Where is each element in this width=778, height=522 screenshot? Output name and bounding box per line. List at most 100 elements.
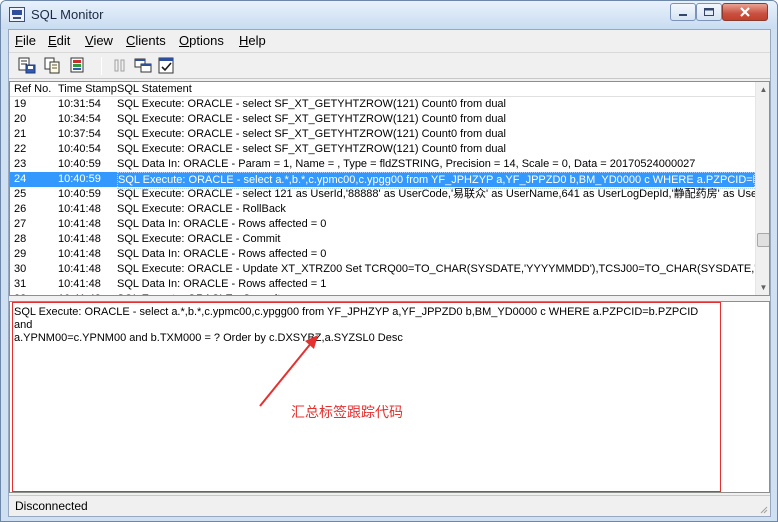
ref-no-cell: 28 [14, 233, 27, 245]
sql-monitor-window: SQL Monitor File Edit View Clients Optio… [0, 0, 778, 522]
table-row[interactable]: 31 10:41:48 SQL Data In: ORACLE - Rows aff… [10, 277, 755, 292]
maximize-button[interactable] [696, 3, 722, 21]
time-stamp-cell: 10:40:59 [58, 188, 101, 200]
save-log-button[interactable] [17, 56, 39, 76]
toolbar-separator [101, 57, 102, 75]
time-stamp-cell: 10:41:48 [58, 203, 101, 215]
menu-file[interactable]: File [15, 33, 36, 49]
time-stamp-cell: 10:41:48 [58, 233, 101, 245]
table-row[interactable]: 22 10:40:54 SQL Execute: ORACLE - select S… [10, 142, 755, 157]
pause-icon [114, 59, 125, 72]
ref-no-cell: 24 [14, 173, 27, 185]
ref-no-cell: 20 [14, 113, 27, 125]
status-bar: Disconnected [9, 495, 770, 516]
menu-clients[interactable]: Clients [126, 33, 166, 49]
title-bar[interactable]: SQL Monitor [1, 1, 777, 29]
scroll-up-arrow-icon[interactable]: ▲ [756, 82, 769, 97]
copy-icon [44, 57, 60, 74]
time-stamp-cell: 10:31:54 [58, 98, 101, 110]
ref-no-cell: 19 [14, 98, 27, 110]
ref-no-cell: 21 [14, 128, 27, 140]
scroll-down-arrow-icon[interactable]: ▼ [756, 280, 769, 295]
print-button[interactable] [67, 56, 89, 76]
table-row[interactable]: 27 10:41:48 SQL Data In: ORACLE - Rows aff… [10, 217, 755, 232]
ref-no-cell: 31 [14, 278, 27, 290]
sql-detail-pane[interactable]: SQL Execute: ORACLE - select a.*,b.*,c.y… [9, 301, 770, 493]
pause-button[interactable] [109, 56, 131, 76]
window-title: SQL Monitor [31, 7, 104, 22]
column-header-time-stamp[interactable]: Time Stamp [58, 83, 117, 96]
sql-statement-cell: SQL Execute: ORACLE - RollBack [117, 203, 286, 215]
table-row[interactable]: 25 10:40:59 SQL Execute: ORACLE - select 1… [10, 187, 755, 202]
menu-help[interactable]: Help [239, 33, 266, 49]
minimize-icon [679, 14, 687, 16]
sql-statement-cell: SQL Data In: ORACLE - Param = 1, Name = … [117, 158, 696, 170]
sql-statement-cell: SQL Execute: ORACLE - select SF_XT_GETYH… [117, 98, 506, 110]
time-stamp-cell: 10:41:48 [58, 218, 101, 230]
sql-statement-cell: SQL Execute: ORACLE - select SF_XT_GETYH… [117, 128, 506, 140]
client-area: File Edit View Clients Options Help Ref … [8, 29, 771, 517]
track-options-icon [158, 57, 174, 74]
table-row[interactable]: 21 10:37:54 SQL Execute: ORACLE - select S… [10, 127, 755, 142]
table-row[interactable]: 23 10:40:59 SQL Data In: ORACLE - Param = … [10, 157, 755, 172]
sql-statement-cell: SQL Data In: ORACLE - Rows affected = 0 [117, 218, 327, 230]
table-row[interactable]: 19 10:31:54 SQL Execute: ORACLE - select S… [10, 97, 755, 112]
list-vertical-scrollbar[interactable]: ▲ ▼ [755, 82, 769, 295]
minimize-button[interactable] [670, 3, 696, 21]
list-rows: 19 10:31:54 SQL Execute: ORACLE - select S… [10, 97, 755, 295]
table-row[interactable]: 32 10:41:48SQL Execute: ORACLE - Commit [10, 292, 755, 295]
table-row[interactable]: 30 10:41:48 SQL Execute: ORACLE - Update X… [10, 262, 755, 277]
time-stamp-cell: 10:41:48 [58, 263, 101, 275]
sql-statement-cell: SQL Execute: ORACLE - Commit [117, 292, 755, 295]
time-stamp-cell: 10:40:54 [58, 143, 101, 155]
ref-no-cell: 29 [14, 248, 27, 260]
annotation-label: 汇总标签跟踪代码 [291, 405, 403, 421]
ref-no-cell: 26 [14, 203, 27, 215]
column-header-sql-statement[interactable]: SQL Statement [117, 83, 192, 96]
track-options-button[interactable] [156, 56, 178, 76]
sql-statement-cell: SQL Execute: ORACLE - Commit [117, 233, 281, 245]
ref-no-cell: 27 [14, 218, 27, 230]
save-log-icon [18, 57, 36, 74]
tile-windows-button[interactable] [133, 56, 155, 76]
sql-statement-cell: SQL Data In: ORACLE - Rows affected = 1 [117, 278, 327, 290]
table-row[interactable]: 26 10:41:48 SQL Execute: ORACLE - RollBack [10, 202, 755, 217]
menu-bar: File Edit View Clients Options Help [9, 30, 770, 51]
maximize-icon [704, 8, 714, 16]
menu-options[interactable]: Options [179, 33, 224, 49]
column-header-ref-no[interactable]: Ref No. [14, 83, 51, 96]
annotation-arrow-icon [259, 335, 318, 407]
connection-status: Disconnected [15, 499, 88, 513]
tile-windows-icon [134, 58, 152, 73]
sql-statement-cell: SQL Data In: ORACLE - Rows affected = 0 [117, 248, 327, 260]
app-icon[interactable] [9, 7, 25, 22]
time-stamp-cell: 10:40:59 [58, 173, 101, 185]
time-stamp-cell: 10:41:48 [58, 248, 101, 260]
table-row[interactable]: 28 10:41:48 SQL Execute: ORACLE - Commit [10, 232, 755, 247]
time-stamp-cell: 10:34:54 [58, 113, 101, 125]
print-icon [70, 57, 84, 73]
sql-statement-cell: SQL Execute: ORACLE - select SF_XT_GETYH… [117, 113, 506, 125]
ref-no-cell: 22 [14, 143, 27, 155]
menu-edit[interactable]: Edit [48, 33, 70, 49]
time-stamp-cell: 10:37:54 [58, 128, 101, 140]
sql-statement-cell: SQL Execute: ORACLE - select SF_XT_GETYH… [117, 143, 506, 155]
sql-statement-cell: SQL Execute: ORACLE - select 121 as User… [117, 188, 755, 200]
toolbar [9, 52, 770, 79]
menu-view[interactable]: View [85, 33, 113, 49]
time-stamp-cell: 10:41:48 [58, 278, 101, 290]
table-row[interactable]: 24 10:40:59 SQL Execute: ORACLE - select a… [10, 172, 755, 189]
time-stamp-cell: 10:41:48 [58, 292, 116, 295]
scroll-thumb[interactable] [757, 233, 769, 247]
ref-no-cell: 30 [14, 263, 27, 275]
close-icon [740, 7, 750, 17]
table-row[interactable]: 29 10:41:48 SQL Data In: ORACLE - Rows aff… [10, 247, 755, 262]
ref-no-cell: 32 [14, 292, 54, 295]
resize-grip-icon[interactable] [758, 504, 768, 514]
close-button[interactable] [722, 3, 768, 21]
sql-log-list[interactable]: Ref No. Time Stamp SQL Statement 19 10:31… [9, 81, 770, 296]
sql-statement-cell: SQL Execute: ORACLE - Update XT_XTRZ00 S… [117, 263, 755, 275]
table-row[interactable]: 20 10:34:54 SQL Execute: ORACLE - select S… [10, 112, 755, 127]
copy-button[interactable] [42, 56, 64, 76]
list-header: Ref No. Time Stamp SQL Statement [10, 82, 755, 97]
